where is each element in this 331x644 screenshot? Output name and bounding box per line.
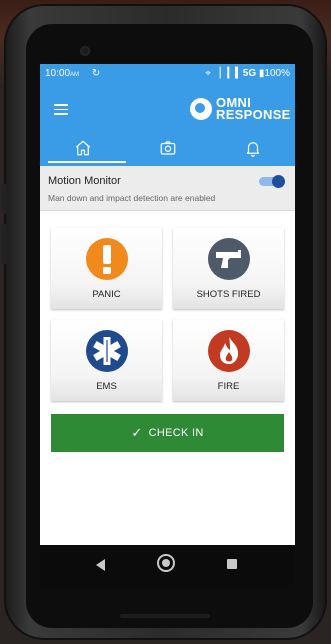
exclamation-icon (86, 238, 128, 280)
check-in-button[interactable]: ✓ CHECK IN (51, 414, 284, 452)
recent-apps-icon[interactable] (227, 559, 237, 569)
pistol-icon (208, 238, 250, 280)
side-button (2, 184, 7, 214)
fire-button[interactable]: FIRE (173, 320, 284, 401)
shots-fired-label: SHOTS FIRED (196, 289, 261, 300)
panic-button[interactable]: PANIC (51, 228, 162, 309)
back-icon[interactable] (96, 559, 105, 571)
ems-button[interactable]: EMS (51, 320, 162, 401)
side-button (2, 224, 7, 264)
action-area: PANIC SHOTS FIRED EMS FIRE ✓ CHECK IN (40, 64, 295, 545)
front-camera (80, 46, 90, 56)
star-of-life-icon (86, 330, 128, 372)
phone-chin (120, 614, 210, 618)
check-in-label: CHECK IN (148, 427, 204, 439)
flame-icon (208, 330, 250, 372)
system-nav-bar (40, 545, 295, 585)
checkmark-icon: ✓ (131, 425, 143, 440)
panic-label: PANIC (92, 289, 121, 300)
shots-fired-button[interactable]: SHOTS FIRED (173, 228, 284, 309)
fire-label: FIRE (217, 381, 240, 392)
home-button-icon[interactable] (157, 554, 175, 572)
ems-label: EMS (96, 381, 117, 392)
